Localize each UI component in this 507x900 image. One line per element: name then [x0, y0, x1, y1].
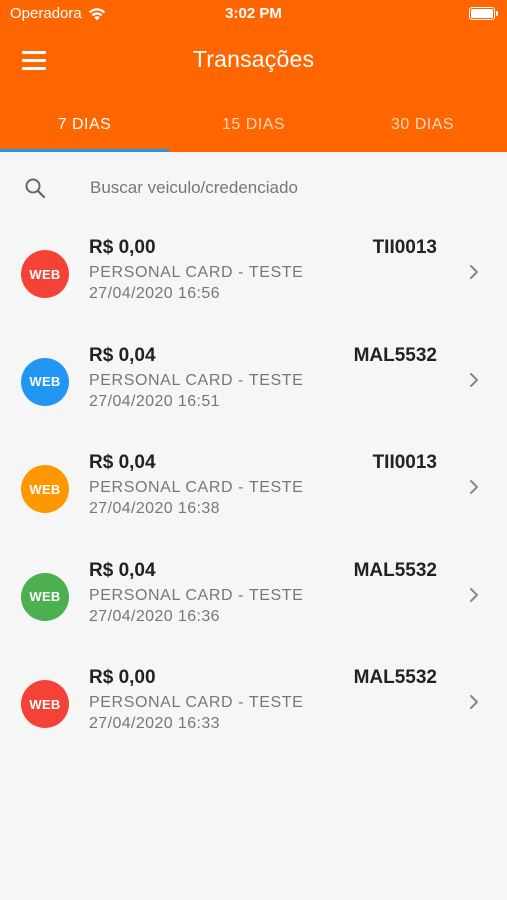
transaction-amount: R$ 0,04	[89, 559, 156, 581]
transaction-amount: R$ 0,04	[89, 344, 156, 366]
tab-15-dias[interactable]: 15 DIAS	[169, 104, 338, 152]
transaction-datetime: 27/04/2020 16:38	[89, 500, 220, 517]
transaction-item[interactable]: WEB R$ 0,00 MAL5532 PERSONAL CARD - TEST…	[0, 650, 507, 758]
search-bar	[0, 160, 507, 214]
search-input[interactable]	[88, 174, 482, 202]
battery-icon	[469, 7, 498, 20]
chevron-right-icon	[470, 587, 478, 602]
period-tabs: 7 DIAS 15 DIAS 30 DIAS	[0, 104, 507, 152]
status-time: 3:02 PM	[225, 5, 282, 22]
channel-badge: WEB	[21, 572, 69, 621]
transaction-datetime: 27/04/2020 16:56	[89, 285, 220, 302]
vehicle-plate: TII0013	[372, 452, 437, 473]
channel-badge: WEB	[21, 357, 69, 406]
search-icon[interactable]	[24, 177, 46, 199]
transaction-list: WEB R$ 0,00 TII0013 PERSONAL CARD - TEST…	[0, 220, 507, 758]
chevron-right-icon	[470, 265, 478, 279]
transaction-amount: R$ 0,00	[89, 237, 156, 258]
status-bar: Operadora 3:02 PM	[0, 0, 507, 28]
transaction-datetime: 27/04/2020 16:51	[89, 392, 220, 410]
merchant-name: PERSONAL CARD - TESTE	[89, 586, 304, 604]
merchant-name: PERSONAL CARD - TESTE	[89, 694, 304, 711]
merchant-name: PERSONAL CARD - TESTE	[89, 479, 304, 496]
transaction-datetime: 27/04/2020 16:36	[89, 607, 220, 625]
channel-badge: WEB	[21, 680, 69, 728]
tab-30-dias[interactable]: 30 DIAS	[338, 104, 507, 152]
app-header: Operadora 3:02 PM Transações 7 DIAS 15 D…	[0, 0, 507, 152]
vehicle-plate: MAL5532	[353, 667, 437, 688]
transaction-item[interactable]: WEB R$ 0,00 TII0013 PERSONAL CARD - TEST…	[0, 220, 507, 328]
chevron-right-icon	[470, 372, 478, 387]
transaction-item[interactable]: WEB R$ 0,04 MAL5532 PERSONAL CARD - TEST…	[0, 543, 507, 651]
chevron-right-icon	[470, 480, 478, 494]
chevron-right-icon	[470, 695, 478, 709]
merchant-name: PERSONAL CARD - TESTE	[89, 264, 304, 281]
transaction-item[interactable]: WEB R$ 0,04 MAL5532 PERSONAL CARD - TEST…	[0, 328, 507, 436]
page-title: Transações	[192, 46, 315, 72]
channel-badge: WEB	[21, 250, 69, 298]
merchant-name: PERSONAL CARD - TESTE	[89, 371, 304, 389]
tab-7-dias[interactable]: 7 DIAS	[0, 104, 169, 152]
vehicle-plate: TII0013	[372, 237, 437, 258]
transaction-item[interactable]: WEB R$ 0,04 TII0013 PERSONAL CARD - TEST…	[0, 435, 507, 543]
transaction-amount: R$ 0,00	[89, 667, 156, 688]
transaction-datetime: 27/04/2020 16:33	[89, 715, 220, 732]
channel-badge: WEB	[21, 465, 69, 513]
vehicle-plate: MAL5532	[353, 344, 437, 366]
transaction-amount: R$ 0,04	[89, 452, 156, 473]
vehicle-plate: MAL5532	[353, 559, 437, 581]
